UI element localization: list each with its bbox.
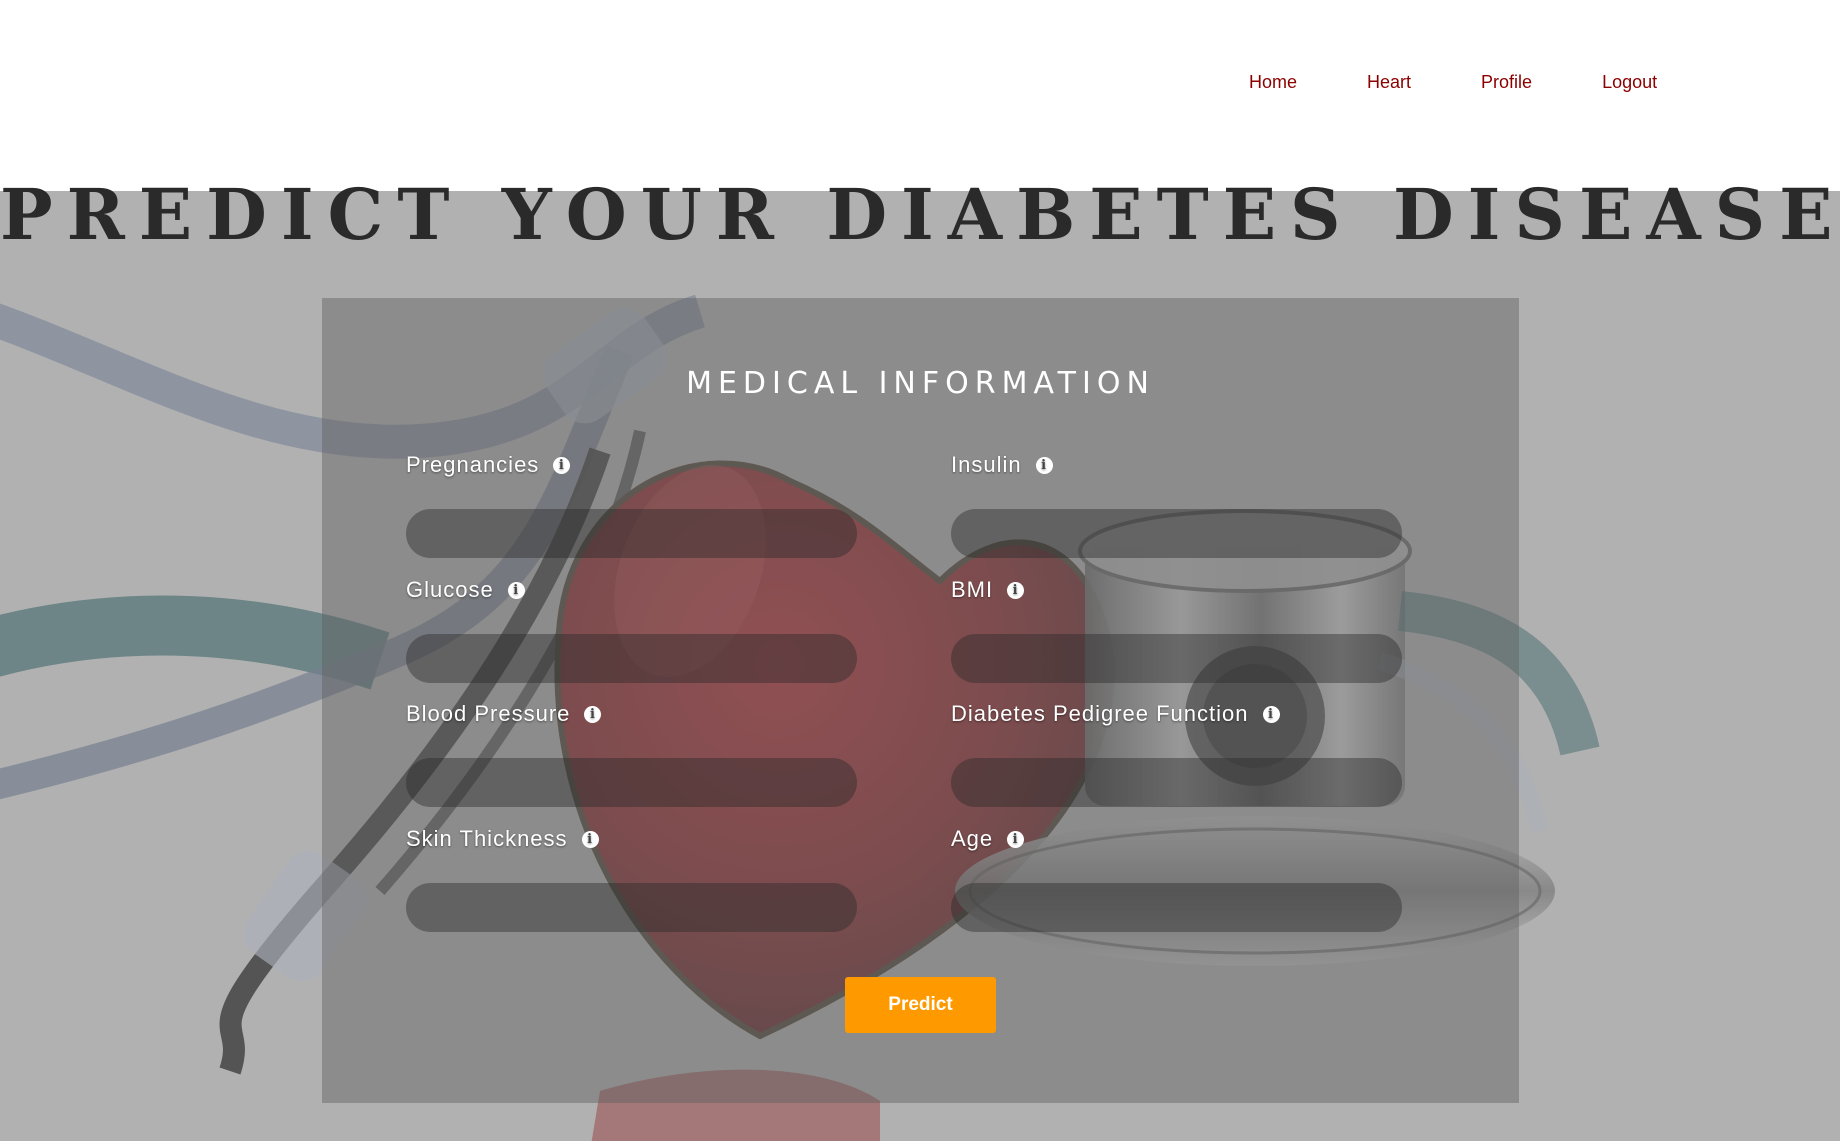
main-nav: Home Heart Profile Logout: [1249, 71, 1657, 93]
predict-button[interactable]: Predict: [845, 977, 996, 1033]
blood-pressure-label: Blood Pressure i: [406, 699, 857, 729]
nav-link-heart[interactable]: Heart: [1367, 71, 1411, 93]
age-input[interactable]: [951, 883, 1402, 932]
nav-link-profile[interactable]: Profile: [1481, 71, 1532, 93]
form-heading: MEDICAL INFORMATION: [686, 366, 1155, 401]
dpf-label: Diabetes Pedigree Function i: [951, 699, 1402, 729]
medical-info-form: MEDICAL INFORMATION Pregnancies i Glucos…: [322, 298, 1519, 1103]
page-title: PREDICT YOUR DIABETES DISEASE: [0, 173, 1840, 256]
info-icon[interactable]: i: [1262, 705, 1280, 723]
skin-thickness-label-text: Skin Thickness: [406, 826, 568, 851]
info-icon[interactable]: i: [507, 581, 525, 599]
info-icon[interactable]: i: [1035, 456, 1053, 474]
blood-pressure-input[interactable]: [406, 758, 857, 807]
dpf-input[interactable]: [951, 758, 1402, 807]
field-age: Age i: [951, 824, 1402, 932]
nav-link-home[interactable]: Home: [1249, 71, 1297, 93]
field-pregnancies: Pregnancies i: [406, 450, 857, 558]
info-icon[interactable]: i: [584, 705, 602, 723]
pregnancies-input[interactable]: [406, 509, 857, 558]
age-label-text: Age: [951, 826, 994, 851]
bmi-label: BMI i: [951, 575, 1402, 605]
skin-thickness-label: Skin Thickness i: [406, 824, 857, 854]
insulin-label-text: Insulin: [951, 452, 1022, 477]
insulin-label: Insulin i: [951, 450, 1402, 480]
blood-pressure-label-text: Blood Pressure: [406, 701, 571, 726]
nav-link-logout[interactable]: Logout: [1602, 71, 1657, 93]
field-diabetes-pedigree-function: Diabetes Pedigree Function i: [951, 699, 1402, 807]
insulin-input[interactable]: [951, 509, 1402, 558]
info-icon[interactable]: i: [581, 830, 599, 848]
skin-thickness-input[interactable]: [406, 883, 857, 932]
bmi-label-text: BMI: [951, 577, 994, 602]
info-icon[interactable]: i: [1007, 830, 1025, 848]
info-icon[interactable]: i: [1007, 581, 1025, 599]
age-label: Age i: [951, 824, 1402, 854]
field-blood-pressure: Blood Pressure i: [406, 699, 857, 807]
field-skin-thickness: Skin Thickness i: [406, 824, 857, 932]
glucose-label-text: Glucose: [406, 577, 494, 602]
pregnancies-label: Pregnancies i: [406, 450, 857, 480]
info-icon[interactable]: i: [553, 456, 571, 474]
bmi-input[interactable]: [951, 634, 1402, 683]
field-bmi: BMI i: [951, 575, 1402, 683]
pregnancies-label-text: Pregnancies: [406, 452, 540, 477]
glucose-label: Glucose i: [406, 575, 857, 605]
top-navbar: Home Heart Profile Logout: [0, 0, 1840, 191]
field-insulin: Insulin i: [951, 450, 1402, 558]
glucose-input[interactable]: [406, 634, 857, 683]
field-glucose: Glucose i: [406, 575, 857, 683]
dpf-label-text: Diabetes Pedigree Function: [951, 701, 1249, 726]
